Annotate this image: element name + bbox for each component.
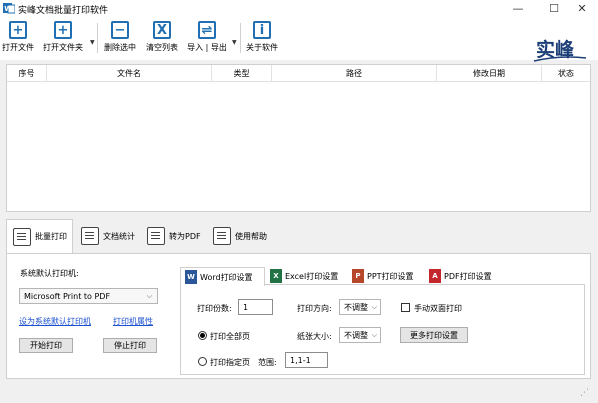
open-file-label: 打开文件 <box>2 43 34 52</box>
document-list-icon <box>81 227 99 245</box>
info-icon: i <box>253 21 271 39</box>
tab-word-settings[interactable]: W Word打印设置 <box>180 267 265 286</box>
open-folder-label: 打开文件夹 <box>43 43 83 52</box>
word-icon: W <box>185 270 197 284</box>
swap-arrows-icon: ⇌ <box>198 21 216 39</box>
tab-label: 批量打印 <box>35 232 67 241</box>
toolbar-separator <box>240 23 241 53</box>
tab-label: 使用帮助 <box>235 231 267 241</box>
orientation-label: 打印方向: <box>297 304 332 313</box>
tab-label: Excel打印设置 <box>285 271 339 281</box>
open-file-button[interactable]: + 打开文件 <box>1 20 35 58</box>
printer-icon <box>13 227 31 246</box>
copies-input[interactable]: 1 <box>238 299 273 315</box>
excel-icon: X <box>270 269 282 283</box>
window-title: 实峰文档批量打印软件 <box>18 6 109 16</box>
help-document-icon <box>213 227 231 245</box>
column-header-index[interactable]: 序号 <box>7 65 47 81</box>
printer-select[interactable]: Microsoft Print to PDF ⌵ <box>19 288 158 304</box>
start-print-button[interactable]: 开始打印 <box>19 338 73 353</box>
status-bar <box>0 382 598 403</box>
import-export-dropdown-icon[interactable]: ▼ <box>232 39 237 46</box>
tab-label: Word打印设置 <box>200 272 253 282</box>
plus-file-icon: + <box>9 21 27 39</box>
app-logo-icon: W <box>3 3 15 14</box>
range-input[interactable]: 1,1-1 <box>285 352 328 368</box>
orientation-select-value: 不调整 <box>344 302 368 312</box>
column-header-status[interactable]: 状态 <box>542 65 590 81</box>
paper-size-select[interactable]: 不调整 ⌵ <box>339 327 381 343</box>
duplex-label: 手动双面打印 <box>414 304 462 313</box>
printer-select-value: Microsoft Print to PDF <box>24 291 111 301</box>
chevron-down-icon: ⌵ <box>146 292 152 300</box>
column-header-path[interactable]: 路径 <box>272 65 437 81</box>
print-range-label: 打印指定页 <box>210 358 250 367</box>
x-icon: X <box>153 21 171 39</box>
chevron-down-icon: ⌵ <box>371 303 377 311</box>
column-header-modified-date[interactable]: 修改日期 <box>437 65 542 81</box>
pen-document-icon <box>147 227 165 245</box>
tab-label: 转为PDF <box>169 231 201 241</box>
table-header: 序号 文件名 类型 路径 修改日期 状态 <box>7 65 590 82</box>
about-button[interactable]: i 关于软件 <box>243 20 281 58</box>
set-default-printer-link[interactable]: 设为系统默认打印机 <box>19 316 91 327</box>
chevron-down-icon: ⌵ <box>371 331 377 339</box>
tab-document-stats[interactable]: 文档统计 <box>75 219 141 253</box>
tab-label: PDF打印设置 <box>444 271 492 281</box>
duplex-checkbox[interactable] <box>401 303 410 312</box>
orientation-select[interactable]: 不调整 ⌵ <box>339 299 381 315</box>
column-header-filename[interactable]: 文件名 <box>47 65 212 81</box>
minimize-icon: — <box>512 2 524 15</box>
delete-selected-label: 删除选中 <box>104 43 136 52</box>
tab-excel-settings[interactable]: X Excel打印设置 <box>266 267 346 285</box>
tab-convert-pdf[interactable]: 转为PDF <box>141 219 207 253</box>
minimize-button[interactable]: — <box>498 0 538 17</box>
print-range-radio[interactable] <box>198 357 207 366</box>
pdf-icon: A <box>429 269 441 283</box>
copies-label: 打印份数: <box>197 304 232 313</box>
import-export-label: 导入 | 导出 <box>187 43 227 52</box>
title-bar: W 实峰文档批量打印软件 — ☐ ✕ <box>0 0 598 17</box>
print-all-radio[interactable] <box>198 331 207 340</box>
print-all-label: 打印全部页 <box>210 332 250 341</box>
printer-label: 系统默认打印机: <box>20 269 79 278</box>
plus-folder-icon: + <box>54 21 72 39</box>
paper-size-label: 纸张大小: <box>297 332 332 341</box>
tab-help[interactable]: 使用帮助 <box>207 219 273 253</box>
about-label: 关于软件 <box>246 43 278 52</box>
printer-properties-link[interactable]: 打印机属性 <box>113 316 153 327</box>
tab-batch-print[interactable]: 批量打印 <box>6 219 73 253</box>
paper-size-select-value: 不调整 <box>344 330 368 340</box>
more-print-settings-button[interactable]: 更多打印设置 <box>400 327 468 343</box>
toolbar: + 打开文件 + 打开文件夹 ▼ − 删除选中 X 清空列表 ⇌ 导入 | 导出… <box>0 17 598 62</box>
delete-selected-button[interactable]: − 删除选中 <box>101 20 139 58</box>
tab-label: 文档统计 <box>103 231 135 241</box>
tab-ppt-settings[interactable]: P PPT打印设置 <box>348 267 424 285</box>
minus-icon: − <box>111 21 129 39</box>
column-header-type[interactable]: 类型 <box>212 65 272 81</box>
clear-list-button[interactable]: X 清空列表 <box>143 20 181 58</box>
maximize-icon: ☐ <box>549 2 559 15</box>
close-button[interactable]: ✕ <box>566 0 598 17</box>
file-table[interactable]: 序号 文件名 类型 路径 修改日期 状态 <box>6 64 591 212</box>
import-export-button[interactable]: ⇌ 导入 | 导出 <box>184 20 230 58</box>
powerpoint-icon: P <box>352 269 364 283</box>
svg-text:W: W <box>4 5 12 13</box>
tab-pdf-settings[interactable]: A PDF打印设置 <box>425 267 503 285</box>
tab-label: PPT打印设置 <box>367 271 414 281</box>
stop-print-button[interactable]: 停止打印 <box>103 338 157 353</box>
resize-grip-icon[interactable]: ⋰ <box>580 388 589 398</box>
brand-swoosh-icon <box>533 56 587 62</box>
toolbar-separator <box>97 23 98 53</box>
clear-list-label: 清空列表 <box>146 43 178 52</box>
close-icon: ✕ <box>577 2 587 15</box>
open-folder-button[interactable]: + 打开文件夹 <box>40 20 86 58</box>
open-folder-dropdown-icon[interactable]: ▼ <box>90 39 95 46</box>
range-label: 范围: <box>258 358 277 367</box>
